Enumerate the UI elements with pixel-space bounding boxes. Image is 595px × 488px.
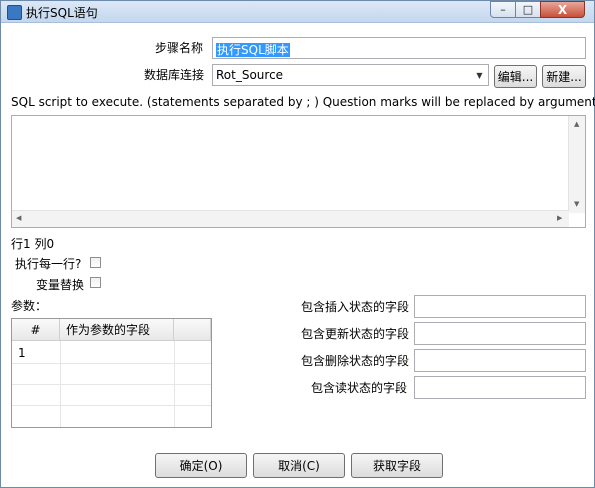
scroll-right-icon[interactable]: ▶ xyxy=(557,214,562,222)
vertical-scrollbar[interactable]: ▲ ▼ xyxy=(568,116,585,213)
db-connection-label: 数据库连接 xyxy=(144,68,205,82)
chevron-down-icon: ▼ xyxy=(476,70,483,80)
column-header-num[interactable]: # xyxy=(12,319,60,341)
scroll-down-icon[interactable]: ▼ xyxy=(574,200,579,208)
maximize-button[interactable]: □ xyxy=(515,1,541,18)
minimize-icon: – xyxy=(500,3,506,16)
delete-status-input[interactable] xyxy=(414,349,586,372)
row-number: 1 xyxy=(18,346,26,360)
execute-each-row-label: 执行每一行? xyxy=(15,257,82,271)
params-label: 参数： xyxy=(11,299,48,313)
horizontal-scrollbar[interactable]: ◀ ▶ xyxy=(12,210,569,227)
step-name-value: 执行SQL脚本 xyxy=(216,43,290,57)
params-table[interactable]: # 作为参数的字段 1 xyxy=(11,318,212,428)
new-connection-button[interactable]: 新建... xyxy=(542,65,586,88)
cursor-position: 行1 列0 xyxy=(11,237,55,251)
title-bar[interactable]: 执行SQL语句 – □ X xyxy=(1,1,594,23)
table-row[interactable]: 1 xyxy=(12,342,211,363)
sql-script-editor[interactable]: ▲ ▼ ◀ ▶ xyxy=(11,115,586,228)
close-button[interactable]: X xyxy=(540,1,585,18)
sql-dialog-window: 执行SQL语句 – □ X 步骤名称 执行SQL脚本 数据库连接 Rot_Sou… xyxy=(0,0,595,488)
close-icon: X xyxy=(557,2,568,17)
window-title: 执行SQL语句 xyxy=(26,6,98,20)
step-name-label: 步骤名称 xyxy=(155,41,204,55)
read-status-label: 包含读状态的字段 xyxy=(311,381,408,395)
read-status-input[interactable] xyxy=(414,376,586,399)
scroll-left-icon[interactable]: ◀ xyxy=(16,214,21,222)
app-icon xyxy=(7,5,22,20)
update-status-input[interactable] xyxy=(414,322,586,345)
get-fields-button[interactable]: 获取字段 xyxy=(351,453,443,478)
execute-each-row-checkbox[interactable] xyxy=(90,257,101,268)
variable-substitution-label: 变量替换 xyxy=(36,278,85,292)
db-connection-value: Rot_Source xyxy=(216,68,284,82)
column-header-blank xyxy=(174,319,211,341)
maximize-icon: □ xyxy=(522,3,534,16)
scroll-up-icon[interactable]: ▲ xyxy=(574,120,579,128)
edit-connection-button[interactable]: 编辑... xyxy=(494,65,537,88)
insert-status-label: 包含插入状态的字段 xyxy=(301,300,410,314)
minimize-button[interactable]: – xyxy=(490,1,516,18)
insert-status-input[interactable] xyxy=(414,295,586,318)
sql-hint-label: SQL script to execute. (statements separ… xyxy=(11,95,595,109)
cancel-button[interactable]: 取消(C) xyxy=(253,453,345,478)
update-status-label: 包含更新状态的字段 xyxy=(301,327,410,341)
variable-substitution-checkbox[interactable] xyxy=(90,277,101,288)
column-header-param-field[interactable]: 作为参数的字段 xyxy=(60,319,174,341)
db-connection-select[interactable]: Rot_Source ▼ xyxy=(212,64,489,86)
ok-button[interactable]: 确定(O) xyxy=(155,453,247,478)
delete-status-label: 包含删除状态的字段 xyxy=(301,354,410,368)
step-name-input[interactable]: 执行SQL脚本 xyxy=(212,37,586,59)
